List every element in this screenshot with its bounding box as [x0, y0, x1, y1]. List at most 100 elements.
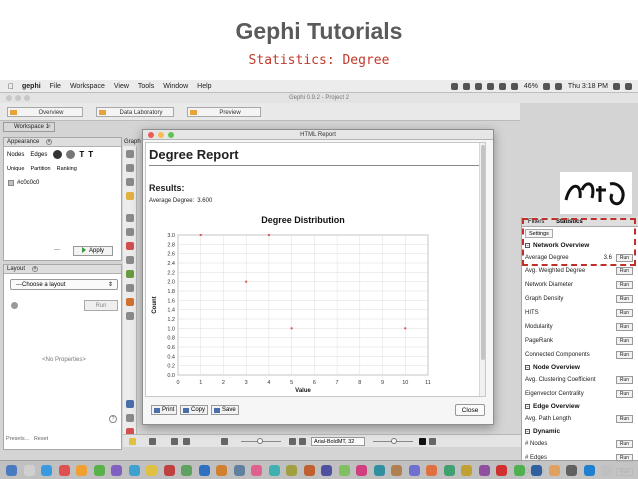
tab-nodes[interactable]: Nodes	[7, 152, 24, 158]
wifi-icon[interactable]	[498, 83, 506, 90]
menu-window[interactable]: Window	[163, 83, 188, 90]
dock-app-icon[interactable]	[216, 465, 227, 476]
data-laboratory-button[interactable]: Data Laboratory	[96, 107, 174, 117]
overview-button[interactable]: Overview	[7, 107, 83, 117]
presets-button[interactable]: Presets...	[6, 436, 29, 442]
dialog-minimize-icon[interactable]	[158, 132, 164, 138]
flag-icon[interactable]	[554, 83, 562, 90]
copy-button[interactable]: Copy	[180, 405, 209, 415]
size-icon[interactable]	[66, 150, 76, 159]
dock-app-icon[interactable]	[286, 465, 297, 476]
reset-button[interactable]: Reset	[34, 436, 48, 442]
menu-file[interactable]: File	[50, 83, 61, 90]
clock-icon[interactable]	[474, 83, 482, 90]
tab-partition[interactable]: Partition	[30, 166, 50, 172]
shortest-path-icon[interactable]	[126, 270, 134, 278]
menu-workspace[interactable]: Workspace	[70, 83, 105, 90]
lightbulb-icon[interactable]	[129, 438, 136, 445]
dock-app-icon[interactable]	[41, 465, 52, 476]
dock-app-icon[interactable]	[478, 465, 490, 476]
dock-app-icon[interactable]	[163, 465, 175, 476]
stat-run-button[interactable]: Run	[616, 415, 633, 423]
save-button[interactable]: Save	[211, 405, 239, 415]
help-icon[interactable]: ?	[109, 415, 117, 423]
dock-app-icon[interactable]	[356, 465, 367, 476]
dock-app-icon[interactable]	[6, 465, 17, 476]
stat-run-button[interactable]: Run	[616, 323, 633, 331]
menu-view[interactable]: View	[114, 83, 129, 90]
pencil-tool-icon[interactable]	[126, 242, 134, 250]
layout-run-button[interactable]: Run	[84, 300, 118, 311]
paint-tool-icon[interactable]	[126, 228, 134, 236]
stat-run-button[interactable]: Run	[616, 309, 633, 317]
stat-run-button[interactable]: Run	[616, 281, 633, 289]
report-scrollbar[interactable]	[479, 143, 485, 396]
volume-icon[interactable]	[510, 83, 518, 90]
dock-app-icon[interactable]	[23, 465, 35, 476]
edge-tool-icon[interactable]	[126, 256, 134, 264]
dock-app-icon[interactable]	[93, 465, 105, 476]
dock-app-icon[interactable]	[548, 465, 560, 476]
graph-tab[interactable]: Graph	[124, 139, 141, 145]
dock-app-icon[interactable]	[338, 465, 350, 476]
close-icon[interactable]: ×	[46, 139, 52, 145]
dock-app-icon[interactable]	[146, 465, 157, 476]
dock-app-icon[interactable]	[76, 465, 87, 476]
notifications-icon[interactable]	[625, 83, 632, 90]
dock-app-icon[interactable]	[408, 465, 420, 476]
workspace-tab[interactable]: Workspace 1 ×	[3, 122, 55, 132]
label-size-icon[interactable]: T	[88, 150, 93, 159]
stats-section-header[interactable]: − Dynamic	[525, 427, 637, 437]
color-row[interactable]: #c0c0c0	[8, 180, 39, 186]
font-scale-icon[interactable]	[289, 438, 296, 445]
dock-app-icon[interactable]	[391, 465, 402, 476]
dock-app-icon[interactable]	[268, 465, 280, 476]
dock-app-icon[interactable]	[128, 465, 140, 476]
text-size-icon[interactable]	[183, 438, 190, 445]
stat-run-button[interactable]: Run	[616, 390, 633, 398]
dock-app-icon[interactable]	[513, 465, 525, 476]
dock-app-icon[interactable]	[373, 465, 385, 476]
menu-app-gephi[interactable]: gephi	[22, 83, 41, 90]
close-icon[interactable]: ×	[32, 266, 38, 272]
stat-run-button[interactable]: Run	[616, 295, 633, 303]
rect-select-icon[interactable]	[126, 178, 134, 186]
dock-app-icon[interactable]	[461, 465, 472, 476]
collapse-icon[interactable]: −	[525, 428, 530, 434]
window-close-icon[interactable]	[6, 95, 12, 101]
window-zoom-icon[interactable]	[24, 95, 30, 101]
select-tool-icon[interactable]	[126, 164, 134, 172]
dock-app-icon[interactable]	[566, 465, 577, 476]
font-size-slider[interactable]	[373, 438, 413, 444]
apply-button[interactable]: Apply	[73, 246, 113, 256]
dock-app-icon[interactable]	[181, 465, 192, 476]
dock-app-icon[interactable]	[111, 465, 122, 476]
slider-knob[interactable]	[391, 438, 397, 444]
label-color-icon[interactable]: T	[79, 150, 84, 159]
dialog-close-icon[interactable]	[148, 132, 154, 138]
reset-zoom-icon[interactable]	[126, 414, 134, 422]
dock-app-icon[interactable]	[251, 465, 262, 476]
dock-app-icon[interactable]	[233, 465, 245, 476]
layout-select[interactable]: ---Choose a layout ⇕	[10, 279, 118, 290]
dock-app-icon[interactable]	[58, 465, 70, 476]
color-palette-icon[interactable]	[53, 150, 63, 159]
dock-app-icon[interactable]	[601, 465, 612, 476]
dock-app-icon[interactable]	[496, 465, 507, 476]
spotlight-icon[interactable]	[613, 83, 620, 90]
label-settings-icon[interactable]	[429, 438, 436, 445]
edge-weight-slider[interactable]	[241, 438, 281, 444]
heat-map-icon[interactable]	[126, 284, 134, 292]
hand-tool-icon[interactable]	[126, 150, 134, 158]
node-tool-icon[interactable]	[126, 192, 134, 200]
stats-section-header[interactable]: − Node Overview	[525, 363, 637, 373]
scrollbar-thumb[interactable]	[481, 145, 485, 360]
battery-percent[interactable]: 46%	[524, 83, 538, 90]
preview-button[interactable]: Preview	[187, 107, 261, 117]
tab-unique[interactable]: Unique	[7, 166, 24, 172]
slider-knob[interactable]	[257, 438, 263, 444]
airplay-icon[interactable]	[486, 83, 494, 90]
stat-run-button[interactable]: Run	[616, 376, 633, 384]
dock-app-icon[interactable]	[303, 465, 315, 476]
collapse-icon[interactable]: −	[525, 403, 530, 409]
